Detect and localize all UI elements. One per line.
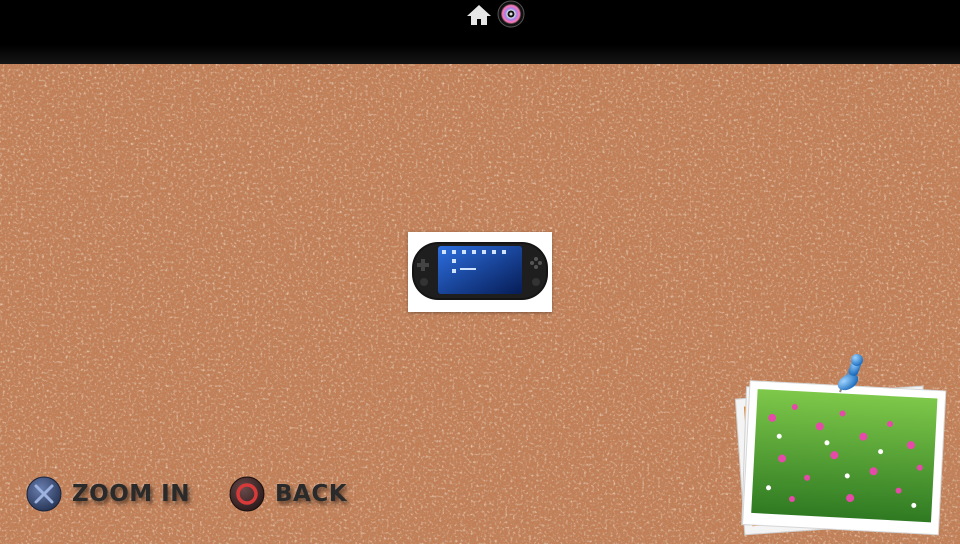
- zoom-in-label: ZOOM IN: [72, 481, 190, 507]
- app-disc-icon[interactable]: [497, 0, 525, 28]
- zoom-in-hint[interactable]: ZOOM IN: [26, 476, 190, 512]
- handheld-console-thumbnail[interactable]: [408, 232, 552, 312]
- cross-button-icon: [26, 476, 62, 512]
- back-label: BACK: [275, 481, 348, 507]
- circle-button-icon: [229, 476, 265, 512]
- pinned-photo-stack[interactable]: [730, 352, 960, 544]
- back-hint[interactable]: BACK: [229, 476, 347, 512]
- status-bar: [0, 0, 960, 64]
- screen: ZOOM IN BACK: [0, 0, 960, 544]
- home-icon[interactable]: [466, 3, 492, 27]
